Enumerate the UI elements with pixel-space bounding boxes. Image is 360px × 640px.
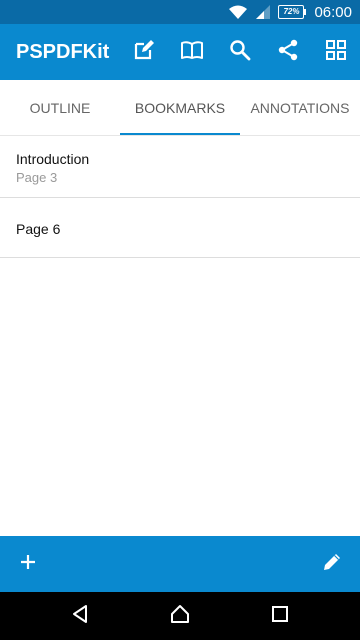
bookmark-item[interactable]: Introduction Page 3 bbox=[0, 136, 360, 198]
annotate-icon bbox=[132, 38, 156, 67]
home-icon bbox=[169, 603, 191, 630]
back-icon bbox=[70, 604, 90, 629]
signal-icon bbox=[256, 5, 271, 19]
tab-bookmarks[interactable]: BOOKMARKS bbox=[120, 80, 240, 135]
recents-button[interactable] bbox=[250, 592, 310, 640]
back-button[interactable] bbox=[50, 592, 110, 640]
bookmark-page: Page 3 bbox=[16, 170, 58, 185]
edit-pencil-icon bbox=[321, 551, 343, 578]
outline-view-button[interactable] bbox=[168, 28, 216, 76]
tab-bar: OUTLINE BOOKMARKS ANNOTATIONS bbox=[0, 80, 360, 136]
clock: 06:00 bbox=[314, 3, 352, 21]
search-icon bbox=[228, 38, 252, 67]
battery-icon: 72% bbox=[278, 5, 307, 19]
thumbnail-grid-button[interactable] bbox=[312, 28, 360, 76]
bookmark-title: Introduction bbox=[16, 151, 90, 167]
status-bar: 72% 06:00 bbox=[0, 0, 360, 24]
tab-annotations[interactable]: ANNOTATIONS bbox=[240, 80, 360, 135]
app-toolbar: PSPDFKit bbox=[0, 24, 360, 80]
bookmark-item[interactable]: Page 6 bbox=[0, 198, 360, 258]
bookmark-title: Page 6 bbox=[16, 221, 61, 237]
battery-level: 72% bbox=[278, 5, 305, 19]
active-tab-indicator bbox=[120, 133, 240, 135]
status-icons: 72% 06:00 bbox=[228, 0, 352, 24]
annotate-button[interactable] bbox=[120, 28, 168, 76]
app-title: PSPDFKit bbox=[16, 41, 110, 63]
grid-icon bbox=[324, 38, 348, 67]
book-icon bbox=[180, 38, 204, 67]
wifi-icon bbox=[228, 4, 248, 20]
share-icon bbox=[276, 38, 300, 67]
home-button[interactable] bbox=[150, 592, 210, 640]
recents-icon bbox=[271, 605, 289, 628]
add-icon bbox=[18, 552, 38, 577]
bookmark-list: Introduction Page 3 Page 6 bbox=[0, 136, 360, 258]
search-button[interactable] bbox=[216, 28, 264, 76]
add-bookmark-button[interactable] bbox=[4, 540, 52, 588]
share-button[interactable] bbox=[264, 28, 312, 76]
bottom-action-bar bbox=[0, 536, 360, 592]
tab-outline[interactable]: OUTLINE bbox=[0, 80, 120, 135]
system-nav-bar bbox=[0, 592, 360, 640]
edit-bookmarks-button[interactable] bbox=[308, 540, 356, 588]
